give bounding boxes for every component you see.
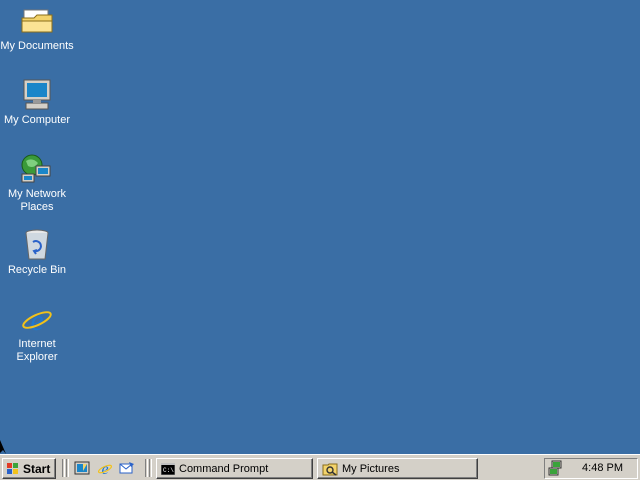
desktop-icon-label: Internet Explorer <box>16 338 58 363</box>
desktop-icon-my-computer[interactable]: My Computer <box>0 78 74 127</box>
desktop-icon-my-documents[interactable]: My Documents <box>0 4 74 53</box>
task-label: My Pictures <box>342 462 400 475</box>
my-documents-folder-icon <box>21 9 53 33</box>
svg-text:C:\: C:\ <box>163 467 174 474</box>
my-pictures-icon <box>322 463 338 476</box>
taskbar-grip[interactable] <box>145 459 148 477</box>
desktop-icon-label: Recycle Bin <box>7 264 67 276</box>
quick-launch-grip[interactable] <box>66 459 69 477</box>
task-button-my-pictures[interactable]: My Pictures <box>317 458 478 479</box>
taskbar: Start e C:\ Command Prompt My Pictures 4… <box>0 454 640 480</box>
task-button-command-prompt[interactable]: C:\ Command Prompt <box>156 458 313 479</box>
recycle-bin-icon <box>25 229 49 260</box>
desktop: My Documents My Computer My Network Plac… <box>0 0 640 454</box>
mouse-cursor-icon <box>0 440 6 454</box>
system-tray: 4:48 PM <box>544 458 638 479</box>
network-places-icon <box>21 154 51 183</box>
windows-logo-icon <box>7 463 18 474</box>
desktop-icon-my-network-places[interactable]: My Network Places <box>0 152 74 214</box>
desktop-icon-label: My Computer <box>3 114 71 126</box>
internet-explorer-icon[interactable]: e <box>97 460 113 476</box>
desktop-icon-label: My Documents <box>0 40 74 52</box>
command-prompt-icon: C:\ <box>161 462 175 475</box>
start-button[interactable]: Start <box>2 458 56 479</box>
quick-launch-grip[interactable] <box>62 459 65 477</box>
outlook-express-icon[interactable] <box>119 460 135 476</box>
start-label: Start <box>23 461 51 476</box>
desktop-icon-label: My Network Places <box>7 188 67 213</box>
my-computer-icon <box>23 79 51 110</box>
taskbar-grip[interactable] <box>149 459 152 477</box>
internet-explorer-icon: e <box>22 304 52 336</box>
svg-text:e: e <box>101 461 108 476</box>
desktop-icon-recycle-bin[interactable]: Recycle Bin <box>0 228 74 277</box>
clock[interactable]: 4:48 PM <box>582 462 623 474</box>
svg-text:e: e <box>30 304 43 336</box>
desktop-icon-internet-explorer[interactable]: e Internet Explorer <box>0 302 74 364</box>
network-tray-icon[interactable] <box>548 460 564 476</box>
task-label: Command Prompt <box>179 462 269 475</box>
show-desktop-icon[interactable] <box>74 460 90 476</box>
